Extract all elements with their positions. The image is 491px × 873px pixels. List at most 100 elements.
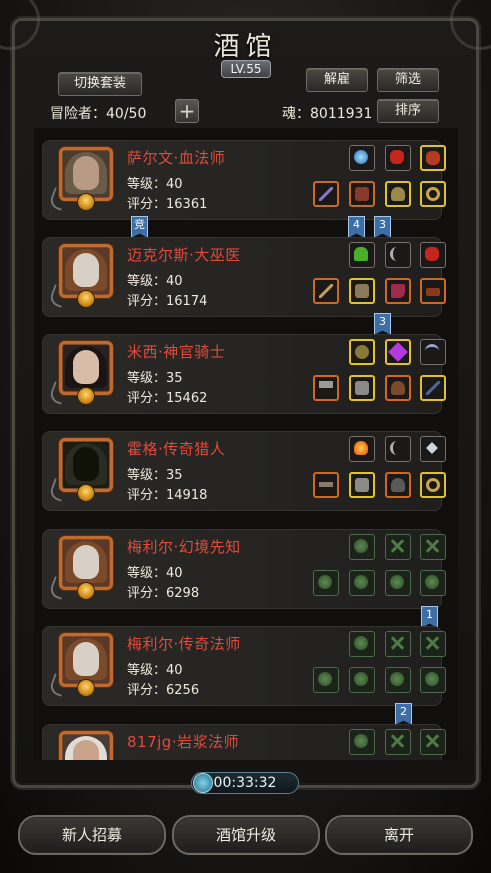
- empty-slot-icon[interactable]: [385, 631, 411, 657]
- soul-count: 魂：8011931: [282, 106, 373, 122]
- hero-name: 梅利尔·传奇法师: [127, 635, 241, 653]
- helmet-icon[interactable]: [385, 472, 411, 498]
- filter-button[interactable]: 筛选: [377, 68, 439, 92]
- empty-slot-icon[interactable]: [385, 729, 411, 755]
- empty-slot-icon[interactable]: [349, 631, 375, 657]
- hero-score: 评分：6298: [127, 586, 200, 601]
- rifle-icon[interactable]: [313, 472, 339, 498]
- hero-level: 等级：40: [127, 274, 183, 289]
- empty-slot-icon[interactable]: [420, 570, 446, 596]
- rune-icon[interactable]: [420, 436, 446, 462]
- hero-card[interactable]: 817jg·岩浆法师: [42, 724, 446, 760]
- orb-icon[interactable]: [349, 145, 375, 171]
- hero-card[interactable]: 梅利尔·幻境先知 等级：40 评分：6298: [42, 529, 446, 609]
- sword-icon[interactable]: [313, 181, 339, 207]
- armor-icon[interactable]: [349, 278, 375, 304]
- wing-icon: [48, 187, 68, 211]
- armor-icon[interactable]: [349, 181, 375, 207]
- hero-name: 米西·神官骑士: [127, 343, 226, 361]
- helmet-icon[interactable]: [385, 181, 411, 207]
- hero-portrait: [48, 534, 117, 600]
- arena-badge: 竞: [131, 216, 148, 238]
- upgrade-ribbon: 1: [421, 606, 438, 628]
- empty-slot-icon[interactable]: [385, 570, 411, 596]
- staff-icon[interactable]: [313, 278, 339, 304]
- empty-slot-icon[interactable]: [385, 534, 411, 560]
- upgrade-ribbon: 3: [374, 313, 391, 335]
- hero-name: 霍格·传奇猎人: [127, 440, 226, 458]
- empty-slot-icon[interactable]: [385, 667, 411, 693]
- switch-outfit-button[interactable]: 切换套装: [58, 72, 142, 96]
- hero-card[interactable]: 迈克尔斯·大巫医 等级：40 评分：16174: [42, 237, 446, 317]
- empty-slot-icon[interactable]: [349, 570, 375, 596]
- hero-level: 等级：40: [127, 566, 183, 581]
- upgrade-ribbon: 3: [374, 216, 391, 238]
- ring-icon[interactable]: [420, 181, 446, 207]
- dismiss-button[interactable]: 解雇: [306, 68, 368, 92]
- bow-icon[interactable]: [385, 436, 411, 462]
- meat-icon[interactable]: [385, 145, 411, 171]
- hero-card[interactable]: 米西·神官骑士 等级：35 评分：15462: [42, 334, 446, 414]
- hero-portrait: [48, 631, 117, 697]
- hero-level: 等级：40: [127, 663, 183, 678]
- belt-icon[interactable]: [420, 278, 446, 304]
- empty-slot-icon[interactable]: [313, 667, 339, 693]
- bow-icon[interactable]: [385, 242, 411, 268]
- hero-score: 评分：16361: [127, 197, 208, 212]
- wing-icon: [48, 478, 68, 502]
- hero-level: 等级：40: [127, 177, 183, 192]
- gauntlet-icon[interactable]: [349, 472, 375, 498]
- hero-score: 评分：6256: [127, 683, 200, 698]
- hero-card[interactable]: 萨尔文·血法师 等级：40 评分：16361: [42, 140, 446, 220]
- upgrade-ribbon: 2: [395, 703, 412, 725]
- wing-icon: [48, 284, 68, 308]
- hero-name: 梅利尔·幻境先知: [127, 538, 241, 556]
- empty-slot-icon[interactable]: [313, 570, 339, 596]
- empty-slot-icon[interactable]: [420, 729, 446, 755]
- recruit-button[interactable]: 新人招募: [18, 815, 166, 855]
- crystal-icon[interactable]: [385, 339, 411, 365]
- empty-slot-icon[interactable]: [420, 631, 446, 657]
- wing-icon: [48, 576, 68, 600]
- hammer-icon[interactable]: [313, 375, 339, 401]
- hero-score: 评分：15462: [127, 391, 208, 406]
- star-gem-icon: [77, 290, 95, 308]
- wand-icon[interactable]: [420, 375, 446, 401]
- shoulder-icon[interactable]: [349, 339, 375, 365]
- hero-card[interactable]: 霍格·传奇猎人 等级：35 评分：14918: [42, 431, 446, 511]
- upgrade-ribbon: 4: [348, 216, 365, 238]
- leave-button[interactable]: 离开: [325, 815, 473, 855]
- hero-list[interactable]: 萨尔文·血法师 等级：40 评分：16361 竞 4 3 迈克尔斯·大巫医 等级…: [34, 128, 458, 760]
- hero-card[interactable]: 梅利尔·传奇法师 等级：40 评分：6256: [42, 626, 446, 706]
- empty-slot-icon[interactable]: [349, 667, 375, 693]
- hero-portrait: [55, 729, 117, 760]
- sort-button[interactable]: 排序: [377, 99, 439, 123]
- hero-name: 817jg·岩浆法师: [127, 733, 240, 751]
- empty-slot-icon[interactable]: [420, 534, 446, 560]
- ring-icon[interactable]: [420, 472, 446, 498]
- hero-score: 评分：16174: [127, 294, 208, 309]
- meat-icon[interactable]: [420, 242, 446, 268]
- add-slot-button[interactable]: +: [175, 99, 199, 123]
- gauntlet-icon[interactable]: [349, 375, 375, 401]
- star-gem-icon: [77, 484, 95, 502]
- tavern-upgrade-button[interactable]: 酒馆升级: [172, 815, 320, 855]
- star-gem-icon: [77, 679, 95, 697]
- hero-name: 萨尔文·血法师: [127, 149, 226, 167]
- boots-icon[interactable]: [385, 278, 411, 304]
- wing-icon: [48, 673, 68, 697]
- empty-slot-icon[interactable]: [420, 667, 446, 693]
- empty-slot-icon[interactable]: [349, 534, 375, 560]
- amulet-icon[interactable]: [385, 375, 411, 401]
- plus-icon: +: [178, 99, 196, 123]
- empty-slot-icon[interactable]: [349, 729, 375, 755]
- hero-level: 等级：35: [127, 371, 183, 386]
- hero-portrait: [48, 339, 117, 405]
- demon-mask-icon[interactable]: [420, 145, 446, 171]
- scythe-icon[interactable]: [420, 339, 446, 365]
- hero-score: 评分：14918: [127, 488, 208, 503]
- potion-icon[interactable]: [349, 242, 375, 268]
- flame-icon[interactable]: [349, 436, 375, 462]
- clock-icon: [193, 773, 213, 793]
- adventurer-count: 冒险者：40/50: [50, 106, 147, 122]
